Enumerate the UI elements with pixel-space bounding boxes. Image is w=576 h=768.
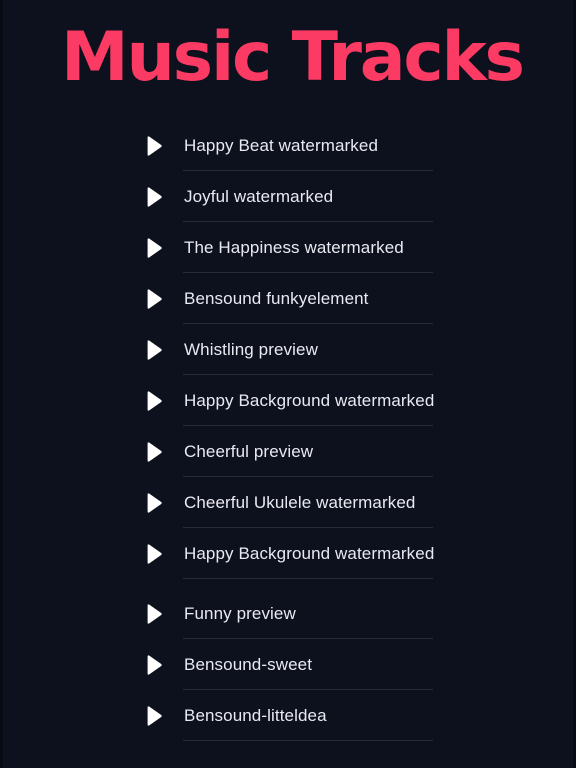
track-row[interactable]: The Happiness watermarked bbox=[3, 222, 573, 273]
track-divider bbox=[183, 578, 433, 579]
play-icon[interactable] bbox=[145, 339, 163, 360]
track-title: Cheerful preview bbox=[184, 441, 314, 461]
track-title: Happy Background watermarked bbox=[184, 390, 435, 410]
play-icon[interactable] bbox=[145, 492, 163, 513]
track-row[interactable]: Cheerful Ukulele watermarked bbox=[3, 477, 573, 528]
play-icon[interactable] bbox=[145, 603, 163, 624]
track-row[interactable]: Bensound funkyelement bbox=[3, 273, 573, 324]
play-icon[interactable] bbox=[145, 390, 163, 411]
track-title: Cheerful Ukulele watermarked bbox=[184, 492, 416, 512]
track-title: Bensound funkyelement bbox=[184, 288, 369, 308]
play-icon[interactable] bbox=[145, 186, 163, 207]
play-icon[interactable] bbox=[145, 135, 163, 156]
track-row[interactable]: Happy Background watermarked bbox=[3, 375, 573, 426]
app-root: Music Tracks Happy Beat watermarked Joyfu… bbox=[0, 0, 576, 768]
track-row[interactable]: Joyful watermarked bbox=[3, 171, 573, 222]
play-icon[interactable] bbox=[145, 288, 163, 309]
play-icon[interactable] bbox=[145, 441, 163, 462]
track-title: Happy Background watermarked bbox=[184, 543, 435, 563]
play-icon[interactable] bbox=[145, 705, 163, 726]
track-title: Happy Beat watermarked bbox=[184, 135, 379, 155]
track-row[interactable]: Whistling preview bbox=[3, 324, 573, 375]
track-title: Bensound-sweet bbox=[184, 654, 313, 674]
track-row[interactable]: Happy Beat watermarked bbox=[3, 120, 573, 171]
track-row[interactable]: Happy Background watermarked bbox=[3, 528, 573, 579]
track-row[interactable]: Bensound-sweet bbox=[3, 639, 573, 690]
track-row[interactable]: Cheerful preview bbox=[3, 426, 573, 477]
track-title: Bensound-litteldea bbox=[184, 705, 327, 725]
track-list: Happy Beat watermarked Joyful watermarked… bbox=[3, 120, 573, 741]
track-title: Funny preview bbox=[184, 603, 296, 623]
track-row[interactable]: Bensound-litteldea bbox=[3, 690, 573, 741]
track-title: Whistling preview bbox=[184, 339, 318, 359]
page-title: Music Tracks bbox=[61, 18, 525, 97]
track-title: The Happiness watermarked bbox=[184, 237, 404, 257]
play-icon[interactable] bbox=[145, 237, 163, 258]
track-title: Joyful watermarked bbox=[184, 186, 334, 206]
track-divider bbox=[183, 740, 433, 741]
track-row[interactable]: Funny preview bbox=[3, 588, 573, 639]
play-icon[interactable] bbox=[145, 543, 163, 564]
play-icon[interactable] bbox=[145, 654, 163, 675]
